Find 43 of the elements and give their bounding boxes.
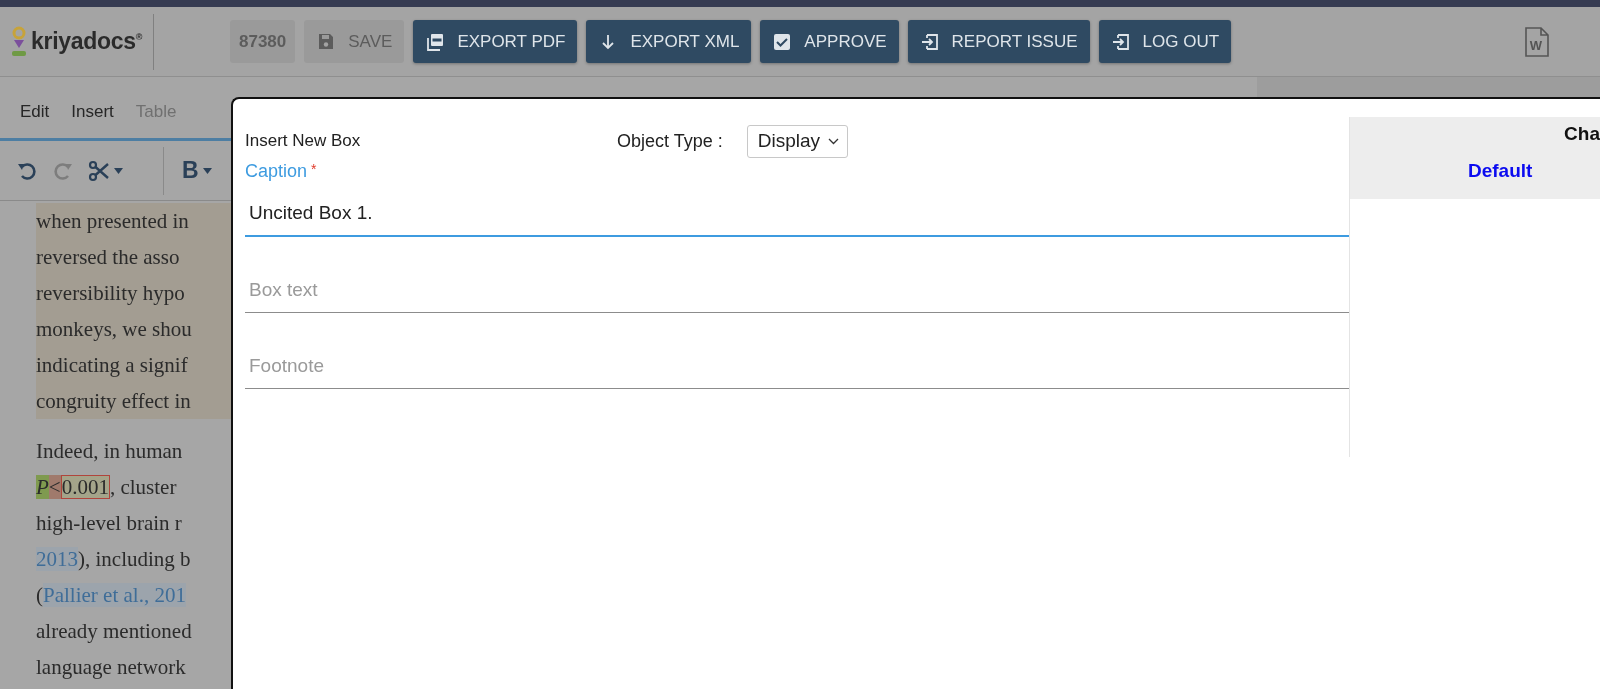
default-option[interactable]: Default: [1468, 160, 1533, 182]
variable-text: P: [36, 475, 49, 499]
object-type-label: Object Type :: [617, 130, 723, 152]
text-line: reversed the asso: [36, 244, 181, 271]
text-line: language network: [36, 654, 187, 681]
text-fragment: (: [36, 583, 43, 607]
chevron-down-icon: [828, 137, 840, 145]
pdf-icon: [425, 31, 446, 52]
exit-icon: [919, 31, 940, 52]
text-line: indicating a signif: [36, 352, 189, 379]
text-line: Indeed, in human: [36, 438, 184, 465]
menu-item[interactable]: Edit: [20, 101, 50, 122]
text-line: high-level brain r: [36, 510, 183, 537]
menu-item[interactable]: Insert: [71, 101, 114, 122]
text-fragment: ), including b: [78, 547, 191, 571]
flagged-value: 0.001: [60, 475, 110, 499]
toolbar-button[interactable]: APPROVE: [760, 20, 899, 63]
caption-field[interactable]: Uncited Box 1.: [245, 191, 1349, 237]
toolbar-button[interactable]: EXPORT XML: [586, 20, 752, 63]
text-line: monkeys, we shou: [36, 316, 193, 343]
toolbar-button[interactable]: LOG OUT: [1098, 20, 1232, 63]
cut-button[interactable]: [88, 159, 123, 182]
text-field[interactable]: Box text: [245, 267, 1349, 313]
toolbar-button[interactable]: EXPORT PDF: [413, 20, 578, 63]
text-field[interactable]: Footnote: [245, 343, 1349, 389]
text-line: reversibility hypo: [36, 280, 186, 307]
panel-heading: Cha: [1564, 123, 1600, 145]
text-line: already mentioned: [36, 618, 193, 645]
object-type-dropdown[interactable]: Display: [746, 124, 849, 158]
text-line: when presented in: [36, 208, 190, 235]
text-fragment: , cluster: [109, 475, 177, 499]
caret-icon: [114, 167, 123, 174]
field-label: Caption: [245, 161, 308, 181]
bold-button[interactable]: B: [163, 146, 212, 195]
logo-icon: [10, 25, 28, 58]
checkbox-icon: [772, 31, 793, 52]
toolbar-button[interactable]: REPORT ISSUE: [907, 20, 1090, 63]
required-mark: *: [311, 161, 317, 177]
logo-text: kriyadocs$^{®}$: [31, 28, 143, 55]
caret-icon: [202, 167, 212, 174]
exit-icon: [1110, 31, 1131, 52]
dialog-title: Insert New Box: [245, 131, 362, 151]
text-line: congruity effect in: [36, 388, 192, 415]
